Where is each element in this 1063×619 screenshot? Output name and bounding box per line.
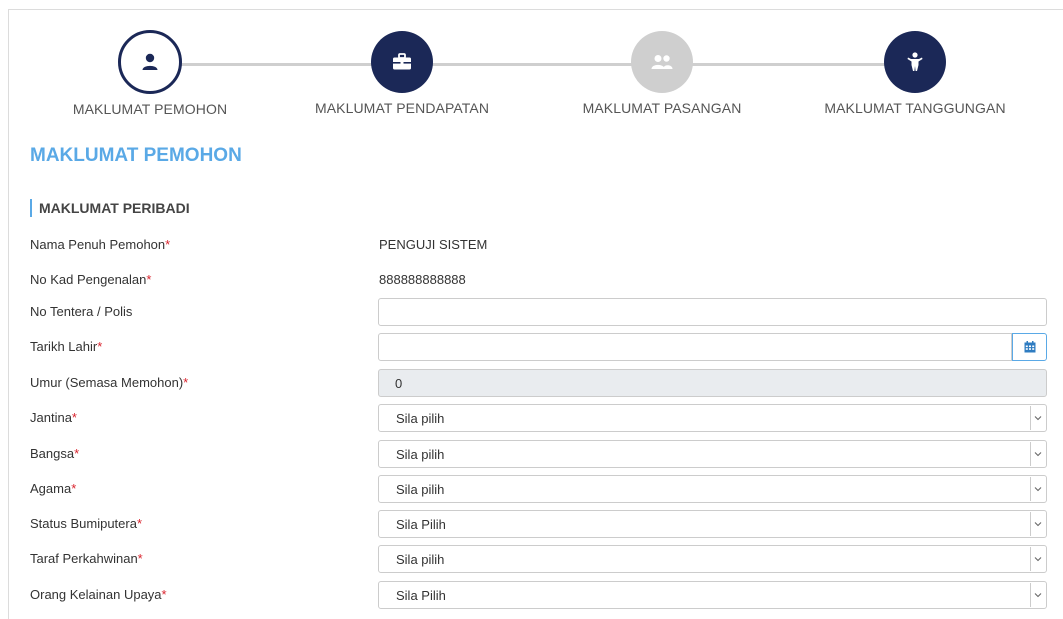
field-label: No Kad Pengenalan* — [30, 272, 152, 287]
chevron-down-icon — [1030, 477, 1045, 501]
nama-value: PENGUJI SISTEM — [379, 237, 488, 252]
step-label: MAKLUMAT PENDAPATAN — [314, 100, 490, 116]
chevron-down-icon — [1030, 406, 1045, 430]
required-mark: * — [97, 339, 103, 354]
chevron-down-icon — [1030, 547, 1045, 571]
chevron-down-icon — [1030, 512, 1045, 536]
field-label: Agama* — [30, 481, 77, 496]
step-label: MAKLUMAT PASANGAN — [582, 100, 742, 116]
form-row-tarikh-lahir: Tarikh Lahir* — [30, 333, 1048, 361]
calendar-icon — [1024, 341, 1035, 353]
field-label: No Tentera / Polis — [30, 304, 133, 319]
form-row-nama: Nama Penuh Pemohon* PENGUJI SISTEM — [30, 231, 1048, 259]
section-title: MAKLUMAT PEMOHON — [30, 145, 242, 166]
user-icon — [118, 30, 182, 94]
form-row-bumiputera: Status Bumiputera* Sila Pilih — [30, 510, 1048, 538]
field-label: Tarikh Lahir* — [30, 339, 103, 354]
select-value: Sila pilih — [396, 482, 445, 497]
required-mark: * — [136, 516, 143, 531]
form-row-agama: Agama* Sila pilih — [30, 475, 1048, 503]
required-mark: * — [71, 481, 77, 496]
select-value: Sila pilih — [396, 552, 445, 567]
jantina-select[interactable]: Sila pilih — [378, 404, 1047, 432]
step-maklumat-pendapatan[interactable]: MAKLUMAT PENDAPATAN — [282, 31, 522, 116]
tentera-input[interactable] — [378, 298, 1047, 326]
step-label: MAKLUMAT TANGGUNGAN — [824, 100, 1006, 116]
sub-section-title: MAKLUMAT PERIBADI — [30, 199, 190, 217]
select-value: Sila Pilih — [396, 588, 446, 603]
required-mark: * — [165, 237, 171, 252]
child-icon — [884, 31, 946, 93]
step-label: MAKLUMAT PEMOHON — [72, 101, 228, 117]
form-row-kad: No Kad Pengenalan* 888888888888 — [30, 266, 1048, 294]
form-row-kelainan-upaya: Orang Kelainan Upaya* Sila Pilih — [30, 581, 1048, 609]
calendar-button[interactable] — [1012, 333, 1047, 361]
field-label: Status Bumiputera* — [30, 516, 143, 531]
required-mark: * — [71, 410, 77, 425]
form-row-jantina: Jantina* Sila pilih — [30, 404, 1048, 432]
select-value: Sila Pilih — [396, 517, 446, 532]
bangsa-select[interactable]: Sila pilih — [378, 440, 1047, 468]
field-label: Jantina* — [30, 410, 77, 425]
chevron-down-icon — [1030, 442, 1045, 466]
users-icon — [631, 31, 693, 93]
select-value: Sila pilih — [396, 411, 445, 426]
briefcase-icon — [371, 31, 433, 93]
required-mark: * — [74, 446, 80, 461]
progress-stepper: MAKLUMAT PEMOHON MAKLUMAT PENDAPATAN MAK… — [0, 0, 1063, 130]
field-label: Umur (Semasa Memohon)* — [30, 375, 189, 390]
required-mark: * — [183, 375, 189, 390]
agama-select[interactable]: Sila pilih — [378, 475, 1047, 503]
kad-value: 888888888888 — [379, 272, 466, 287]
kelainan-upaya-select[interactable]: Sila Pilih — [378, 581, 1047, 609]
bumiputera-select[interactable]: Sila Pilih — [378, 510, 1047, 538]
form-row-tentera: No Tentera / Polis — [30, 298, 1048, 326]
step-maklumat-pemohon[interactable]: MAKLUMAT PEMOHON — [30, 30, 270, 117]
field-label: Bangsa* — [30, 446, 80, 461]
required-mark: * — [161, 587, 167, 602]
field-label: Nama Penuh Pemohon* — [30, 237, 171, 252]
perkahwinan-select[interactable]: Sila pilih — [378, 545, 1047, 573]
form-row-umur: Umur (Semasa Memohon)* — [30, 369, 1048, 397]
step-maklumat-tanggungan[interactable]: MAKLUMAT TANGGUNGAN — [795, 31, 1035, 116]
form-row-perkahwinan: Taraf Perkahwinan* Sila pilih — [30, 545, 1048, 573]
required-mark: * — [146, 272, 152, 287]
required-mark: * — [137, 551, 143, 566]
form-row-bangsa: Bangsa* Sila pilih — [30, 440, 1048, 468]
field-label: Orang Kelainan Upaya* — [30, 587, 167, 602]
select-value: Sila pilih — [396, 447, 445, 462]
chevron-down-icon — [1030, 583, 1045, 607]
step-maklumat-pasangan[interactable]: MAKLUMAT PASANGAN — [542, 31, 782, 116]
tarikh-lahir-input[interactable] — [378, 333, 1012, 361]
field-label: Taraf Perkahwinan* — [30, 551, 143, 566]
umur-input — [378, 369, 1047, 397]
